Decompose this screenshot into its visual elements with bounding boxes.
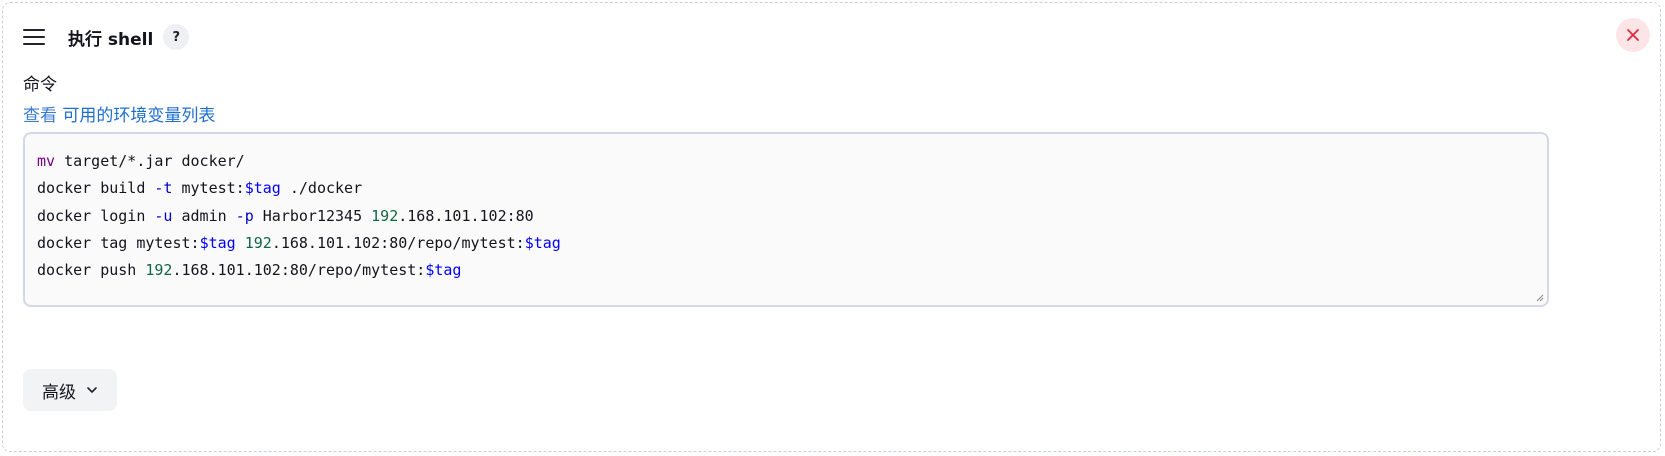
resize-handle-icon[interactable] (1534, 292, 1544, 302)
code-token: Harbor12345 (253, 206, 372, 225)
step-header: 执行 shell ? (23, 21, 190, 53)
code-token: docker tag mytest: (37, 233, 200, 252)
code-token: docker build (37, 179, 155, 198)
code-line: docker tag mytest:$tag 192.168.101.102:8… (37, 230, 1535, 257)
env-vars-hint: 查看 可用的环境变量列表 (23, 101, 215, 126)
code-line: docker build -t mytest:$tag ./docker (37, 175, 1535, 202)
code-token: target/*.jar docker/ (55, 152, 245, 170)
code-line: docker login -u admin -p Harbor12345 192… (37, 203, 1535, 230)
code-token: .168.101.102:80/repo/mytest: (271, 233, 525, 252)
delete-step-button[interactable] (1616, 18, 1650, 52)
step-title: 执行 shell (68, 29, 154, 50)
code-token: 192 (371, 206, 399, 225)
help-button[interactable]: ? (163, 24, 190, 50)
code-token: -t (154, 179, 173, 198)
code-token: ./docker (280, 179, 363, 198)
code-token: 192 (145, 261, 173, 280)
env-vars-link[interactable]: 可用的环境变量列表 (62, 106, 215, 126)
drag-handle-icon[interactable] (23, 29, 45, 45)
code-line: docker push 192.168.101.102:80/repo/myte… (37, 257, 1535, 284)
env-vars-prefix: 查看 (23, 106, 57, 126)
code-token: mytest: (172, 179, 245, 198)
code-token: .168.101.102:80/repo/mytest: (172, 261, 426, 280)
command-label: 命令 (23, 75, 57, 95)
code-token: .168.101.102:80 (398, 206, 534, 225)
code-token: admin (172, 206, 236, 225)
advanced-button[interactable]: 高级 (23, 369, 117, 411)
code-token: $tag (199, 233, 236, 252)
code-line: mv target/*.jar docker/ (37, 148, 1535, 175)
code-token: $tag (425, 261, 462, 280)
code-token: docker login (37, 206, 155, 225)
code-token: 192 (244, 233, 272, 252)
code-token: docker push (37, 261, 146, 280)
code-token: $tag (244, 179, 281, 198)
chevron-down-icon (87, 387, 97, 393)
code-token: -u (154, 206, 173, 225)
advanced-label: 高级 (42, 382, 76, 403)
close-icon (1627, 29, 1639, 41)
code-token: $tag (524, 233, 561, 252)
code-token: -p (235, 206, 254, 225)
command-textarea[interactable]: mv target/*.jar docker/docker build -t m… (23, 132, 1549, 307)
build-step-panel: 执行 shell ? 命令 查看 可用的环境变量列表 mv target/*.j… (2, 2, 1661, 452)
code-token: mv (37, 152, 56, 170)
